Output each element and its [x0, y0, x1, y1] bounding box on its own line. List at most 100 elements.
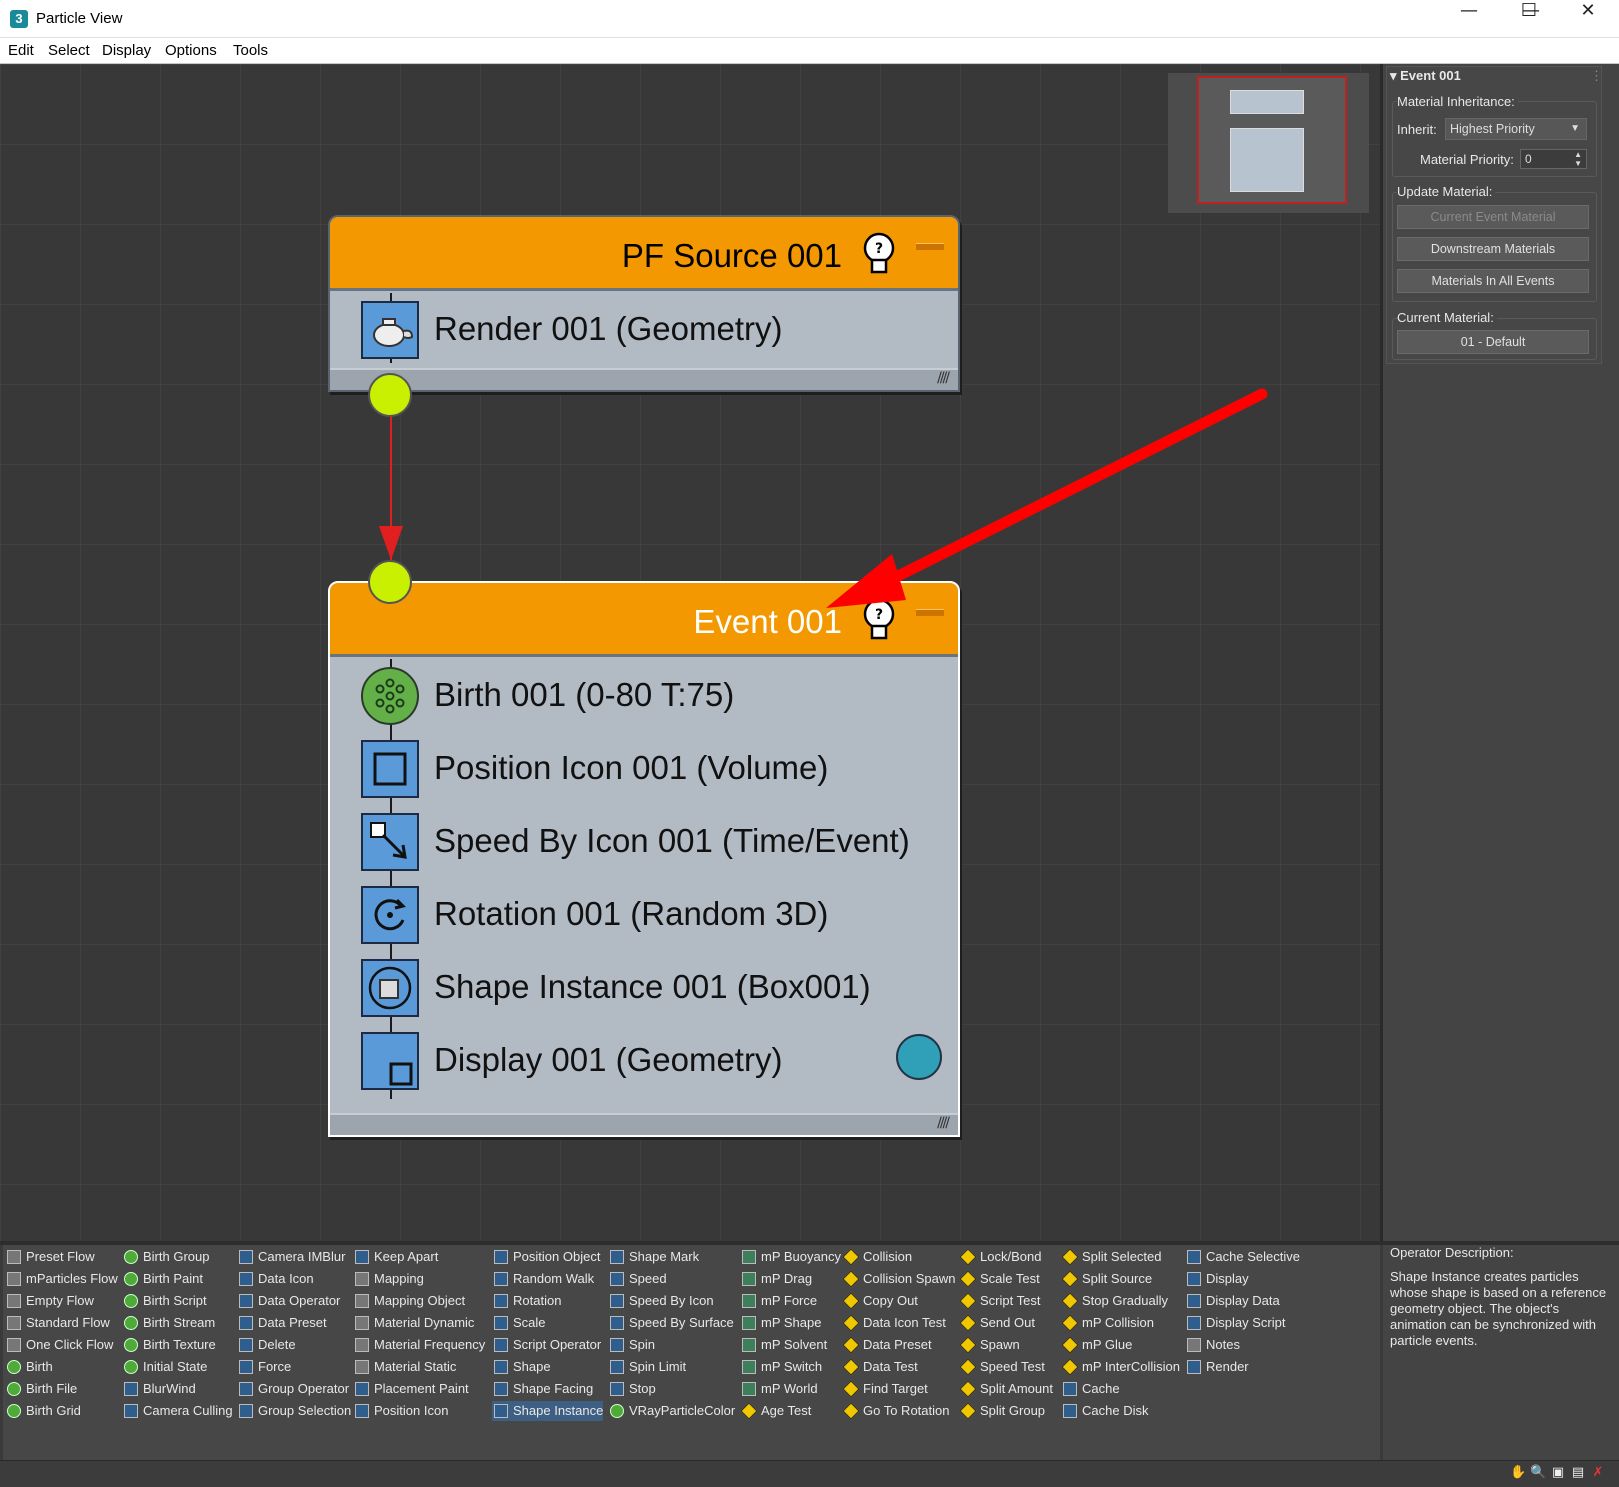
depot-item[interactable]: Data Preset: [842, 1335, 932, 1355]
depot-item[interactable]: Standard Flow: [5, 1313, 110, 1333]
depot-item[interactable]: Speed Test: [959, 1357, 1045, 1377]
depot-item[interactable]: Material Frequency: [353, 1335, 485, 1355]
no-zoom-icon[interactable]: ✗: [1590, 1465, 1606, 1481]
depot-item[interactable]: Stop: [608, 1379, 656, 1399]
depot-item[interactable]: mP Glue: [1061, 1335, 1132, 1355]
depot-item[interactable]: Lock/Bond: [959, 1247, 1041, 1267]
depot-item[interactable]: Material Static: [353, 1357, 456, 1377]
depot-item[interactable]: Spin Limit: [608, 1357, 686, 1377]
depot-item[interactable]: Display Data: [1185, 1291, 1280, 1311]
depot-item[interactable]: Camera Culling: [122, 1401, 233, 1421]
depot-item[interactable]: Shape Instance: [492, 1401, 604, 1421]
depot-item[interactable]: Collision: [842, 1247, 912, 1267]
output-port[interactable]: [368, 373, 412, 417]
depot-item[interactable]: Birth Group: [122, 1247, 209, 1267]
depot-item[interactable]: Random Walk: [492, 1269, 594, 1289]
depot-item[interactable]: Shape Mark: [608, 1247, 699, 1267]
depot-item[interactable]: Delete: [237, 1335, 296, 1355]
depot-item[interactable]: Split Source: [1061, 1269, 1152, 1289]
depot-item[interactable]: Keep Apart: [353, 1247, 438, 1267]
zoom-region-icon[interactable]: ▣: [1550, 1465, 1566, 1481]
current-material-button[interactable]: 01 - Default: [1397, 330, 1589, 354]
depot-item[interactable]: Split Amount: [959, 1379, 1053, 1399]
depot-item[interactable]: Speed: [608, 1269, 667, 1289]
depot-item[interactable]: Display Script: [1185, 1313, 1285, 1333]
depot-item[interactable]: Birth Stream: [122, 1313, 215, 1333]
depot-item[interactable]: Send Out: [959, 1313, 1035, 1333]
depot-item[interactable]: mP Buoyancy: [740, 1247, 841, 1267]
minimize-button[interactable]: —: [1440, 0, 1498, 38]
depot-item[interactable]: Data Preset: [237, 1313, 327, 1333]
rollout-title[interactable]: ▾ Event 001: [1390, 68, 1461, 84]
depot-item[interactable]: Position Object: [492, 1247, 600, 1267]
depot-item[interactable]: mP InterCollision: [1061, 1357, 1180, 1377]
zoom-extents-icon[interactable]: ▤: [1570, 1465, 1586, 1481]
depot-item[interactable]: Birth: [5, 1357, 53, 1377]
spinner-arrows-icon[interactable]: ▲ ▼: [1574, 150, 1582, 168]
depot-item[interactable]: Spawn: [959, 1335, 1020, 1355]
depot-item[interactable]: Empty Flow: [5, 1291, 94, 1311]
depot-item[interactable]: mP Force: [740, 1291, 817, 1311]
depot-item[interactable]: Initial State: [122, 1357, 207, 1377]
depot-item[interactable]: Display: [1185, 1269, 1249, 1289]
depot-item[interactable]: Birth Script: [122, 1291, 207, 1311]
depot-item[interactable]: Material Dynamic: [353, 1313, 474, 1333]
depot-item[interactable]: Shape: [492, 1357, 551, 1377]
depot-item[interactable]: mP Shape: [740, 1313, 821, 1333]
depot-item[interactable]: Notes: [1185, 1335, 1240, 1355]
depot-item[interactable]: Cache Disk: [1061, 1401, 1148, 1421]
depot-item[interactable]: Spin: [608, 1335, 655, 1355]
depot-item[interactable]: Force: [237, 1357, 291, 1377]
depot-item[interactable]: Stop Gradually: [1061, 1291, 1168, 1311]
depot-item[interactable]: Render: [1185, 1357, 1249, 1377]
depot-item[interactable]: Scale: [492, 1313, 546, 1333]
depot-item[interactable]: Scale Test: [959, 1269, 1040, 1289]
materials-in-all-events-button[interactable]: Materials In All Events: [1397, 269, 1589, 293]
maximize-button[interactable]: ☐: [1500, 0, 1558, 38]
pan-hand-icon[interactable]: ✋: [1510, 1465, 1526, 1481]
depot-item[interactable]: Birth Paint: [122, 1269, 203, 1289]
depot-item[interactable]: mP Collision: [1061, 1313, 1154, 1333]
depot-item[interactable]: Split Selected: [1061, 1247, 1162, 1267]
depot-item[interactable]: Data Icon Test: [842, 1313, 946, 1333]
depot-item[interactable]: mP Switch: [740, 1357, 822, 1377]
material-priority-spinner[interactable]: 0 ▲ ▼: [1520, 149, 1587, 169]
depot-item[interactable]: Data Test: [842, 1357, 918, 1377]
close-button[interactable]: ✕: [1559, 0, 1617, 38]
rollout-drag-handle-icon[interactable]: ⋮: [1590, 68, 1603, 84]
depot-item[interactable]: Position Icon: [353, 1401, 448, 1421]
inherit-select[interactable]: Highest Priority ▼: [1445, 118, 1587, 140]
depot-item[interactable]: Find Target: [842, 1379, 928, 1399]
depot-item[interactable]: Group Operator: [237, 1379, 349, 1399]
depot-item[interactable]: Mapping Object: [353, 1291, 465, 1311]
depot-item[interactable]: Copy Out: [842, 1291, 918, 1311]
depot-item[interactable]: Birth Grid: [5, 1401, 81, 1421]
depot-item[interactable]: Placement Paint: [353, 1379, 469, 1399]
depot-item[interactable]: Birth Texture: [122, 1335, 216, 1355]
depot-item[interactable]: Preset Flow: [5, 1247, 95, 1267]
depot-item[interactable]: Split Group: [959, 1401, 1045, 1421]
depot-item[interactable]: Speed By Surface: [608, 1313, 734, 1333]
current-event-material-button[interactable]: Current Event Material: [1397, 205, 1589, 229]
depot-item[interactable]: Shape Facing: [492, 1379, 593, 1399]
depot-item[interactable]: Go To Rotation: [842, 1401, 949, 1421]
depot-item[interactable]: Data Icon: [237, 1269, 314, 1289]
depot-item[interactable]: mP Drag: [740, 1269, 812, 1289]
depot-item[interactable]: Cache Selective: [1185, 1247, 1300, 1267]
depot-item[interactable]: mP Solvent: [740, 1335, 827, 1355]
depot-item[interactable]: Camera IMBlur: [237, 1247, 345, 1267]
downstream-materials-button[interactable]: Downstream Materials: [1397, 237, 1589, 261]
depot-item[interactable]: Data Operator: [237, 1291, 340, 1311]
depot-item[interactable]: BlurWind: [122, 1379, 196, 1399]
depot-item[interactable]: Script Test: [959, 1291, 1040, 1311]
depot-item[interactable]: Collision Spawn: [842, 1269, 956, 1289]
input-port[interactable]: [368, 560, 412, 604]
depot-item[interactable]: Cache: [1061, 1379, 1120, 1399]
depot-item[interactable]: Speed By Icon: [608, 1291, 714, 1311]
depot-item[interactable]: Mapping: [353, 1269, 424, 1289]
depot-item[interactable]: mP World: [740, 1379, 818, 1399]
zoom-icon[interactable]: 🔍: [1530, 1465, 1546, 1481]
depot-item[interactable]: One Click Flow: [5, 1335, 113, 1355]
depot-item[interactable]: VRayParticleColor: [608, 1401, 735, 1421]
depot-item[interactable]: Birth File: [5, 1379, 77, 1399]
